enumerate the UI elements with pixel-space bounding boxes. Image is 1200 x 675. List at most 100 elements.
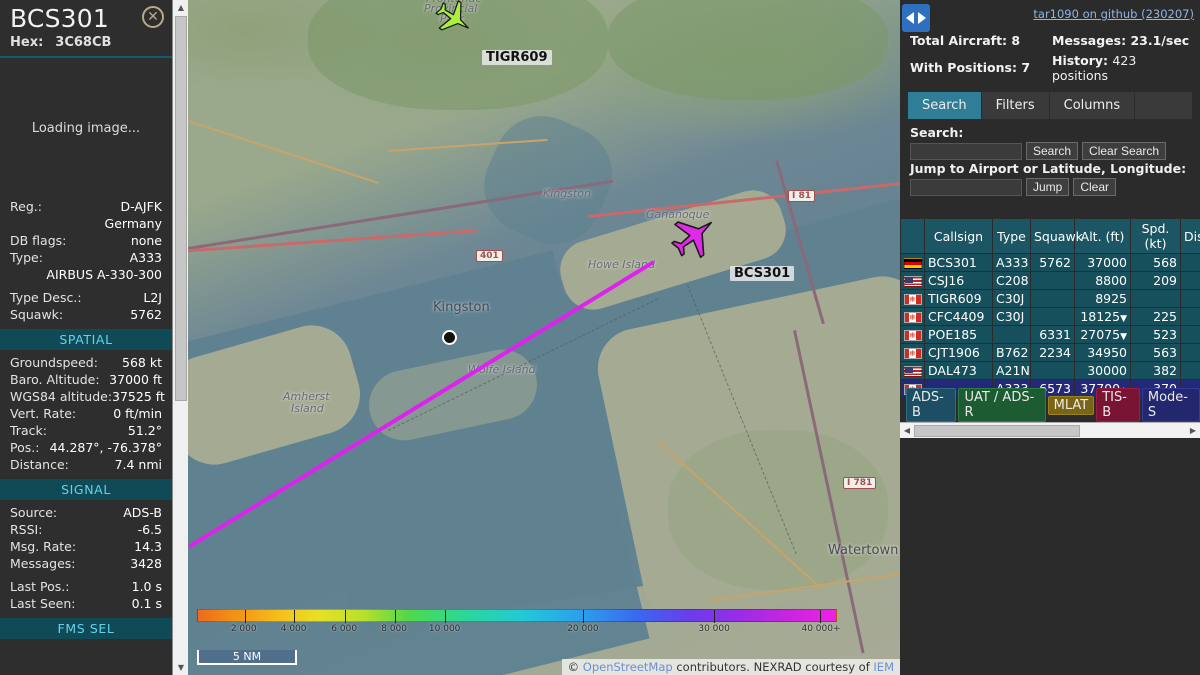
search-button[interactable]: Search <box>1026 142 1079 160</box>
cell-callsign[interactable]: BCS301 <box>924 253 993 272</box>
info-value: Germany <box>104 216 162 231</box>
column-header-altft[interactable]: Alt. (ft) <box>1074 218 1131 254</box>
close-icon[interactable]: ✕ <box>142 6 164 28</box>
aircraft-photo-placeholder: Loading image... <box>0 58 172 198</box>
table-horizontal-scrollbar[interactable]: ◀ ▶ <box>900 422 1200 438</box>
info-row-typedesc: Type Desc.: L2J <box>10 289 162 306</box>
cell-altitude: 8800 <box>1074 271 1131 290</box>
selected-aircraft-callsign: BCS301 <box>10 4 109 33</box>
aircraft-table-wrapper: CallsignTypeSquawkAlt. (ft)Spd. (kt)Dis … <box>900 218 1200 398</box>
table-row[interactable]: ❄ POE185 6331 27075▼ 523 <box>900 325 1200 344</box>
spatial-label: Vert. Rate: <box>10 406 77 421</box>
cell-altitude: 27075▼ <box>1074 325 1131 344</box>
table-row[interactable]: ❄ TIGR609 C30J 8925 <box>900 289 1200 308</box>
scroll-up-icon[interactable]: ▲ <box>173 0 189 15</box>
column-header-type[interactable]: Type <box>992 218 1031 254</box>
cell-flag: ❄ <box>900 343 925 362</box>
cell-flag <box>900 361 925 380</box>
iem-link[interactable]: IEM <box>873 660 894 674</box>
openstreetmap-link[interactable]: OpenStreetMap <box>583 660 673 674</box>
cell-type: B762 <box>992 343 1031 362</box>
cell-callsign[interactable]: DAL473 <box>924 361 993 380</box>
cell-type: A333 <box>992 253 1031 272</box>
cell-type: A21N <box>992 361 1031 380</box>
scale-tick-label: 10 000 <box>428 624 461 634</box>
column-header-flag[interactable] <box>900 218 925 254</box>
cell-callsign[interactable]: POE185 <box>924 325 993 344</box>
cell-callsign[interactable]: CFC4409 <box>924 307 993 326</box>
column-header-callsign[interactable]: Callsign <box>924 218 993 254</box>
map-place-label: Kingston <box>433 300 490 315</box>
info-label: Type Desc.: <box>10 290 82 305</box>
cell-speed: 568 <box>1130 253 1181 272</box>
cell-distance <box>1180 289 1200 308</box>
signal-row-source: Source: ADS-B <box>10 504 162 521</box>
panel-toggle-button[interactable] <box>902 4 930 32</box>
sidebar-vertical-scrollbar[interactable]: ▲ ▼ <box>172 0 189 675</box>
cell-altitude: 37000 <box>1074 253 1131 272</box>
info-value: AIRBUS A-330-300 <box>46 267 162 282</box>
history-stat: History: 423 positions <box>1052 53 1192 83</box>
cell-flag: ❄ <box>900 325 925 344</box>
scroll-right-icon[interactable]: ▶ <box>1186 423 1200 439</box>
total-aircraft-label: Total Aircraft: <box>910 33 1008 48</box>
cell-callsign[interactable]: CJT1906 <box>924 343 993 362</box>
altitude-color-scale: 2 000 4 000 6 000 8 000 10 000 20 000 30 000 40… <box>188 609 900 639</box>
table-row[interactable]: ❄ CFC4409 C30J 18125▼ 225 <box>900 307 1200 326</box>
spatial-value: 44.287°, -76.378° <box>49 440 162 455</box>
legend-tisb[interactable]: TIS-B <box>1096 388 1140 422</box>
legend-modes[interactable]: Mode-S <box>1141 388 1200 422</box>
receiver-site-marker[interactable] <box>442 330 457 345</box>
search-input[interactable] <box>910 142 1022 160</box>
cell-callsign[interactable]: CSJ16 <box>924 271 993 290</box>
cell-squawk <box>1030 361 1075 380</box>
cell-type: C30J <box>992 289 1031 308</box>
aircraft-label[interactable]: TIGR609 <box>482 50 552 65</box>
scroll-down-icon[interactable]: ▼ <box>173 660 189 675</box>
flag-icon-ca: ❄ <box>903 312 922 323</box>
horizontal-scrollbar-thumb[interactable] <box>914 425 1080 437</box>
jump-clear-button[interactable]: Clear <box>1073 178 1117 196</box>
tab-search[interactable]: Search <box>908 92 982 119</box>
section-header-spatial: SPATIAL <box>0 329 172 350</box>
highway-shield: I 781 <box>843 477 877 489</box>
map-canvas[interactable]: FrontenacProvincialParkKingstonGananoque… <box>188 0 900 675</box>
legend-mlat[interactable]: MLAT <box>1047 395 1095 415</box>
tab-filters[interactable]: Filters <box>981 92 1050 119</box>
spatial-value: 568 kt <box>122 355 162 370</box>
maple-leaf-glyph: ❄ <box>909 294 916 304</box>
spatial-row-baro-altitude: Baro. Altitude: 37000 ft <box>10 371 162 388</box>
spatial-value: 37000 ft <box>109 372 162 387</box>
scale-tick-label: 2 000 <box>230 624 257 634</box>
tab-columns[interactable]: Columns <box>1049 92 1136 119</box>
sidebar-header: BCS301 Hex: 3C68CB ✕ <box>0 0 172 58</box>
github-version-link[interactable]: tar1090 on github (230207) <box>1033 7 1194 21</box>
jump-button[interactable]: Jump <box>1026 178 1070 196</box>
table-row[interactable]: BCS301 A333 5762 37000 568 <box>900 253 1200 272</box>
aircraft-label[interactable]: BCS301 <box>730 266 795 281</box>
cell-type: C30J <box>992 307 1031 326</box>
table-row[interactable]: DAL473 A21N 30000 382 <box>900 361 1200 380</box>
search-panel: Search: Search Clear Search Jump to Airp… <box>900 119 1200 196</box>
jump-input[interactable] <box>910 178 1022 196</box>
clear-search-button[interactable]: Clear Search <box>1082 142 1167 160</box>
cell-altitude: 30000 <box>1074 361 1131 380</box>
cell-distance <box>1180 361 1200 380</box>
spatial-row-distance: Distance: 7.4 nmi <box>10 456 162 473</box>
column-header-spdkt[interactable]: Spd. (kt) <box>1130 218 1181 254</box>
source-legend: ADS-B UAT / ADS-R MLAT TIS-B Mode-S <box>900 388 1200 422</box>
table-header-row: CallsignTypeSquawkAlt. (ft)Spd. (kt)Dis <box>900 218 1200 254</box>
spatial-label: Groundspeed: <box>10 355 98 370</box>
table-row[interactable]: ❄ CJT1906 B762 2234 34950 563 <box>900 343 1200 362</box>
legend-uat[interactable]: UAT / ADS-R <box>958 388 1046 422</box>
cell-callsign[interactable]: TIGR609 <box>924 289 993 308</box>
cell-flag: ❄ <box>900 307 925 326</box>
scroll-left-icon[interactable]: ◀ <box>900 423 914 439</box>
table-row[interactable]: CSJ16 C208 8800 209 <box>900 271 1200 290</box>
column-header-squawk[interactable]: Squawk <box>1030 218 1083 254</box>
signal-row-messages: Messages: 3428 <box>10 555 162 572</box>
cell-squawk <box>1030 271 1075 290</box>
legend-adsb[interactable]: ADS-B <box>906 388 957 422</box>
column-header-dis[interactable]: Dis <box>1180 218 1200 254</box>
scrollbar-thumb[interactable] <box>175 16 187 401</box>
